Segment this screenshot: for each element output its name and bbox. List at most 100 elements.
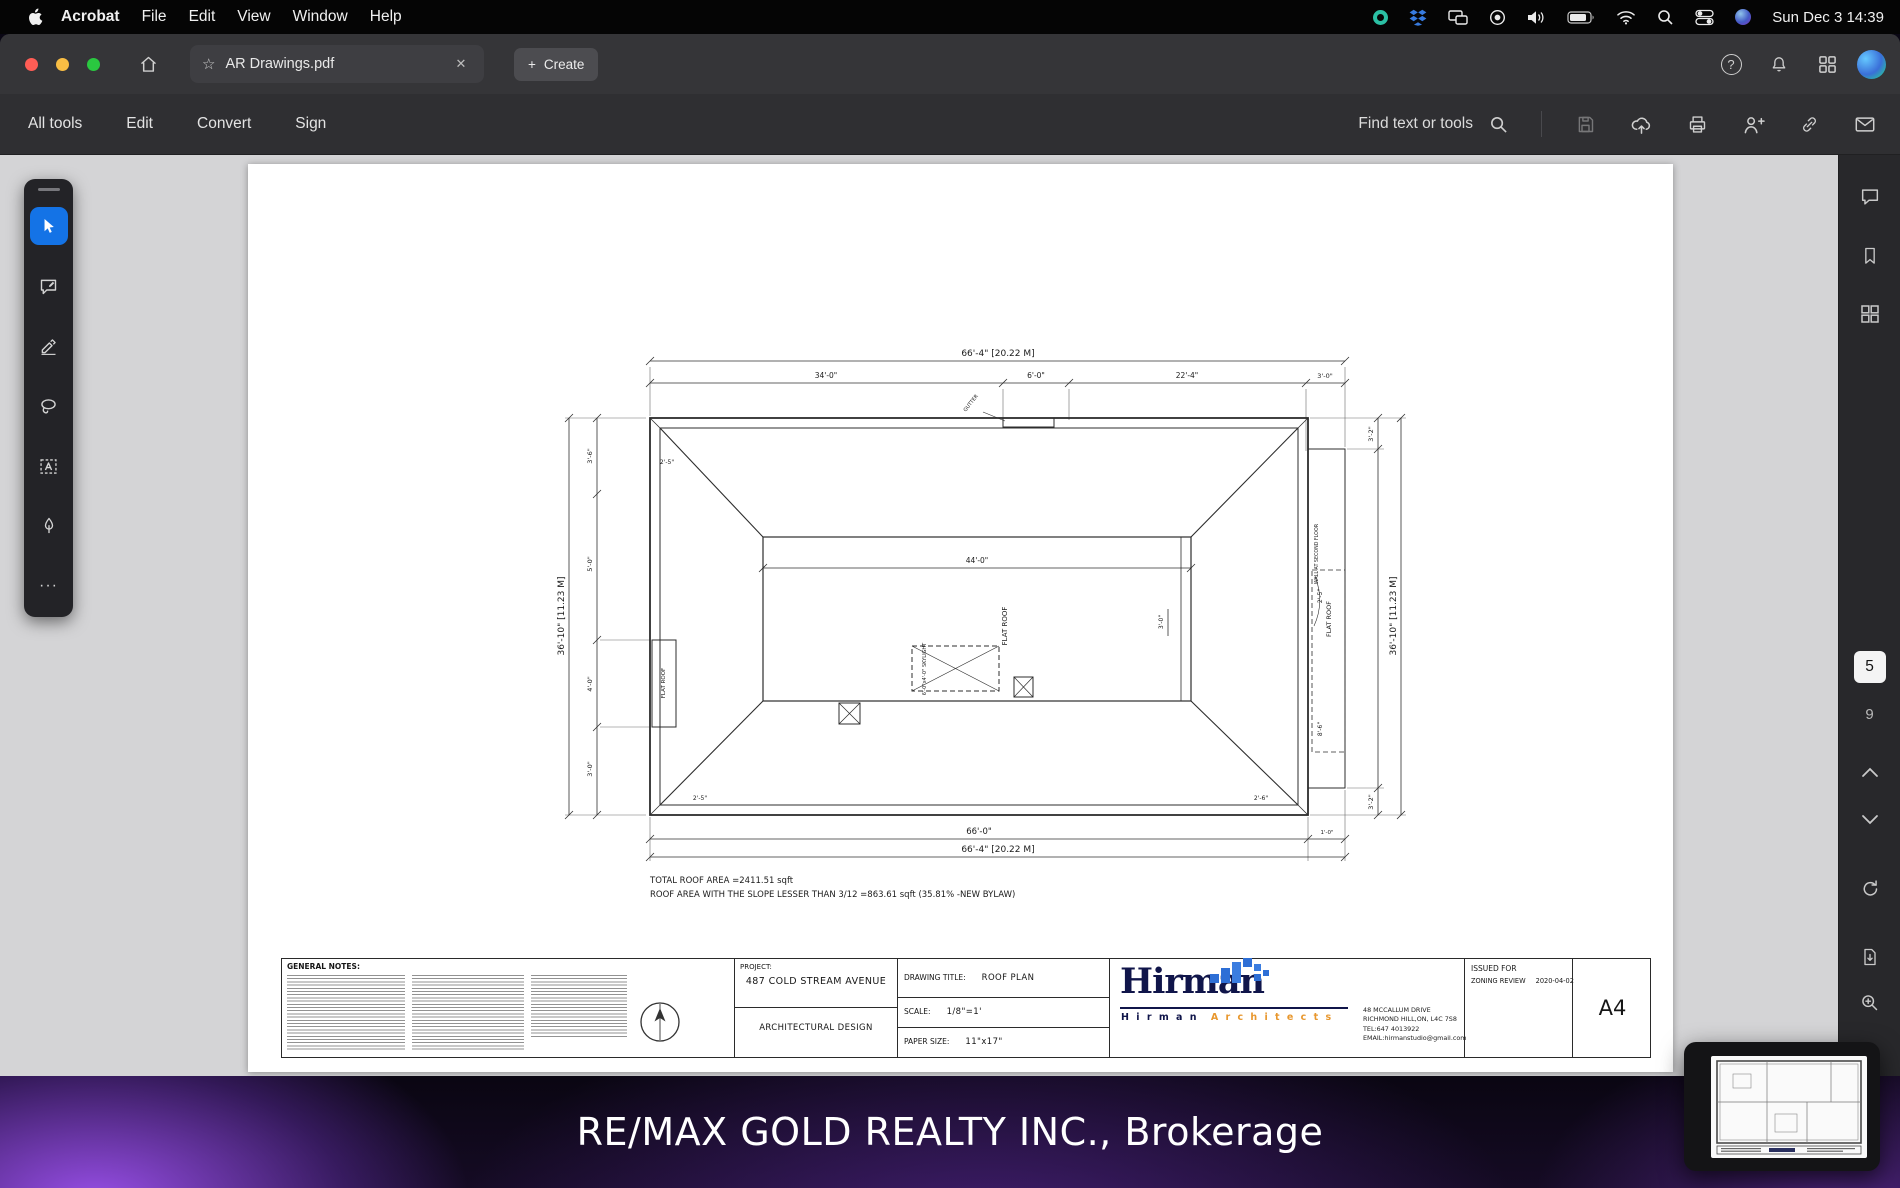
paper-size-value: 11"x17"	[965, 1037, 1002, 1047]
dim-label: 3'-6"	[586, 448, 594, 463]
dim-label: 3'-0"	[1158, 615, 1165, 629]
dim-label: 2'-5"	[693, 795, 707, 802]
draw-lasso-tool[interactable]	[30, 387, 68, 425]
print-button[interactable]	[1684, 111, 1710, 137]
drawing-title-label: DRAWING TITLE:	[904, 973, 966, 982]
dim-label: 22'-4"	[1176, 371, 1199, 380]
menu-help[interactable]: Help	[359, 8, 413, 26]
banner-text: RE/MAX GOLD REALTY INC., Brokerage	[577, 1110, 1324, 1154]
edit-menu[interactable]: Edit	[126, 115, 153, 133]
firm-logo-graphic	[1210, 958, 1276, 986]
app-grid-button[interactable]	[1809, 46, 1845, 82]
menu-file[interactable]: File	[131, 8, 178, 26]
plus-icon: +	[528, 57, 536, 72]
dim-label: 3'-0"	[1317, 372, 1332, 380]
bookmarks-panel-button[interactable]	[1850, 236, 1890, 276]
firm-address: 48 MCCALLUM DRIVE RICHMOND HILL,ON, L4C …	[1363, 1006, 1467, 1043]
dim-label: 2'-5"	[660, 459, 674, 466]
control-center-icon[interactable]	[1695, 9, 1714, 26]
text-select-tool[interactable]	[30, 447, 68, 485]
total-pages-label: 9	[1865, 706, 1873, 723]
sign-menu[interactable]: Sign	[295, 115, 326, 133]
convert-menu[interactable]: Convert	[197, 115, 251, 133]
palette-drag-handle[interactable]	[38, 188, 60, 191]
home-button[interactable]	[130, 46, 166, 82]
micro-text-block	[531, 975, 627, 1037]
previous-page-button[interactable]	[1850, 752, 1890, 792]
recording-status-icon[interactable]	[1373, 10, 1388, 25]
issued-value: ZONING REVIEW	[1471, 977, 1526, 985]
document-tab[interactable]: ☆ AR Drawings.pdf ✕	[190, 45, 484, 83]
general-notes-title: GENERAL NOTES:	[287, 962, 360, 971]
export-pdf-button[interactable]	[1850, 937, 1890, 977]
zoom-window-button[interactable]	[87, 58, 100, 71]
menu-window[interactable]: Window	[282, 8, 359, 26]
divider	[898, 1027, 1109, 1028]
battery-icon[interactable]	[1567, 11, 1595, 24]
plan-label: GUTTER	[963, 393, 980, 413]
plan-label: WALL AT SECOND FLOOR	[1314, 523, 1320, 584]
window-titlebar: ☆ AR Drawings.pdf ✕ + Create ?	[0, 34, 1900, 94]
volume-icon[interactable]	[1527, 10, 1546, 25]
firm-word: H i r m a n	[1121, 1012, 1199, 1023]
pip-floorplan-drawing	[1711, 1056, 1867, 1158]
fill-sign-tool[interactable]	[30, 507, 68, 545]
wifi-icon[interactable]	[1616, 10, 1636, 25]
notifications-button[interactable]	[1761, 46, 1797, 82]
help-icon: ?	[1721, 54, 1742, 75]
paper-size-label: PAPER SIZE:	[904, 1037, 949, 1046]
more-tools-button[interactable]: ···	[30, 567, 68, 605]
displays-icon[interactable]	[1448, 10, 1468, 25]
tab-close-icon[interactable]: ✕	[450, 53, 472, 75]
plan-label: FLAT ROOF	[1001, 607, 1009, 646]
upload-cloud-button[interactable]	[1628, 111, 1654, 137]
dim-label: 3'-2"	[1367, 426, 1375, 441]
address-line: EMAIL:hirmanstudio@gmail.com	[1363, 1034, 1467, 1043]
find-tools-button[interactable]: Find text or tools	[1358, 111, 1511, 137]
add-comment-tool[interactable]	[30, 267, 68, 305]
highlight-tool[interactable]	[30, 327, 68, 365]
tab-title: AR Drawings.pdf	[225, 56, 334, 72]
select-tool[interactable]	[30, 207, 68, 245]
toolbar-divider	[1541, 111, 1542, 137]
help-button[interactable]: ?	[1713, 46, 1749, 82]
create-button[interactable]: + Create	[514, 48, 598, 81]
thumbnails-panel-button[interactable]	[1850, 294, 1890, 334]
firm-word-architects: A r c h i t e c t s	[1211, 1012, 1333, 1023]
next-page-button[interactable]	[1850, 800, 1890, 840]
airplay-icon[interactable]	[1489, 9, 1506, 26]
dim-label: 3'-0"	[586, 761, 594, 776]
logo-underline	[1120, 1007, 1348, 1009]
favorite-star-icon[interactable]: ☆	[202, 55, 215, 73]
zoom-in-button[interactable]	[1850, 982, 1890, 1022]
dim-label: 1'-0"	[1320, 830, 1333, 836]
profile-avatar[interactable]	[1857, 50, 1886, 79]
macos-menu-bar: Acrobat File Edit View Window Help	[0, 0, 1900, 34]
menu-view[interactable]: View	[226, 8, 281, 26]
minimize-window-button[interactable]	[56, 58, 69, 71]
share-add-user-button[interactable]	[1740, 111, 1766, 137]
address-line: TEL:647 4013922	[1363, 1025, 1467, 1034]
rotate-page-button[interactable]	[1850, 868, 1890, 908]
issued-date: 2020-04-02	[1536, 977, 1574, 985]
pip-thumbnail-window[interactable]	[1684, 1042, 1880, 1171]
plan-label: FLAT ROOF	[1325, 601, 1333, 637]
comments-panel-button[interactable]	[1850, 177, 1890, 217]
close-window-button[interactable]	[25, 58, 38, 71]
menu-edit[interactable]: Edit	[178, 8, 227, 26]
project-section: PROJECT: 487 COLD STREAM AVENUE ARCHITEC…	[734, 959, 897, 1057]
drawing-title-value: ROOF PLAN	[982, 973, 1035, 983]
all-tools-menu[interactable]: All tools	[28, 115, 82, 133]
dropbox-icon[interactable]	[1409, 9, 1427, 26]
link-button[interactable]	[1796, 111, 1822, 137]
email-button[interactable]	[1852, 111, 1878, 137]
spotlight-icon[interactable]	[1657, 9, 1674, 26]
save-button[interactable]	[1572, 111, 1598, 137]
roof-geometry	[650, 412, 1345, 815]
current-page-input[interactable]: 5	[1854, 651, 1886, 683]
menu-clock[interactable]: Sun Dec 3 14:39	[1772, 9, 1884, 26]
assistant-icon[interactable]	[1735, 9, 1751, 25]
menu-app-name[interactable]: Acrobat	[50, 8, 131, 26]
pdf-page: 66'-4" [20.22 M] 34'-0" 6'-0" 22'-4" 3'-…	[248, 164, 1673, 1072]
apple-menu-icon[interactable]	[20, 8, 50, 26]
